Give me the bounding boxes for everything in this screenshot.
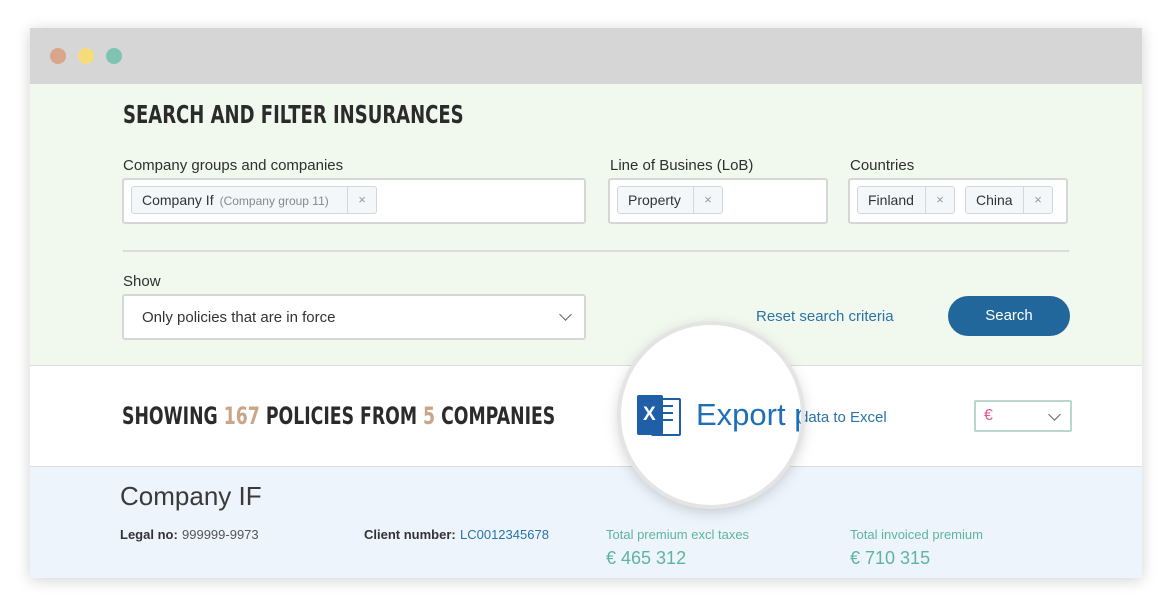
- companies-count: 5: [423, 402, 436, 430]
- search-button[interactable]: Search: [948, 296, 1070, 336]
- total-invoiced-label: Total invoiced premium: [850, 527, 983, 542]
- minimize-window-dot[interactable]: [78, 48, 94, 64]
- zoom-magnifier: X Export p: [621, 325, 801, 505]
- results-suffix: COMPANIES: [441, 402, 556, 430]
- chevron-down-icon: [1048, 408, 1061, 421]
- filter-title: SEARCH AND FILTER INSURANCES: [123, 100, 464, 129]
- search-filter-panel: SEARCH AND FILTER INSURANCES Company gro…: [30, 84, 1142, 366]
- excel-icon-letter: X: [643, 404, 656, 425]
- results-prefix: SHOWING: [122, 402, 218, 430]
- lob-field-label: Line of Busines (LoB): [610, 157, 754, 174]
- company-tag-name: Company If: [142, 192, 214, 208]
- remove-country-tag-icon[interactable]: ×: [925, 187, 954, 213]
- reset-search-link[interactable]: Reset search criteria: [756, 308, 894, 325]
- company-card: Company IF Legal no: 999999-9973 Client …: [30, 467, 1142, 578]
- lob-multiselect[interactable]: Property ×: [608, 178, 828, 224]
- company-tag-group: (Company group 11): [219, 194, 329, 208]
- lob-tag: Property ×: [617, 186, 723, 214]
- total-invoiced-value: € 710 315: [850, 548, 931, 568]
- filter-divider: [123, 250, 1069, 252]
- results-header: SHOWING 167 POLICIES FROM 5 COMPANIES da…: [30, 366, 1142, 467]
- total-premium-label: Total premium excl taxes: [606, 527, 750, 542]
- currency-value: €: [984, 407, 993, 424]
- export-zoom-text: Export p: [696, 397, 801, 432]
- countries-multiselect[interactable]: Finland × China ×: [848, 178, 1068, 224]
- currency-select[interactable]: €: [974, 400, 1072, 432]
- country-tag-label: China: [976, 192, 1013, 208]
- remove-lob-tag-icon[interactable]: ×: [693, 187, 722, 213]
- legal-no-value: 999999-9973: [182, 527, 259, 542]
- total-premium-value: € 465 312: [606, 548, 687, 568]
- company-multiselect[interactable]: Company If (Company group 11) ×: [122, 178, 586, 224]
- results-middle: POLICIES FROM: [265, 402, 418, 430]
- excel-icon: X: [637, 395, 681, 436]
- company-field-label: Company groups and companies: [123, 157, 344, 174]
- country-tag-finland: Finland ×: [857, 186, 955, 214]
- lob-tag-label: Property: [628, 192, 681, 208]
- company-tag: Company If (Company group 11) ×: [131, 186, 377, 214]
- countries-field-label: Countries: [850, 157, 915, 174]
- results-summary: SHOWING 167 POLICIES FROM 5 COMPANIES: [122, 402, 555, 430]
- company-name: Company IF: [120, 481, 262, 511]
- browser-window: SEARCH AND FILTER INSURANCES Company gro…: [30, 28, 1142, 578]
- show-select-value: Only policies that are in force: [142, 309, 336, 326]
- remove-country-tag-icon[interactable]: ×: [1023, 187, 1052, 213]
- country-tag-china: China ×: [965, 186, 1053, 214]
- policies-count: 167: [223, 402, 260, 430]
- remove-company-tag-icon[interactable]: ×: [347, 187, 376, 213]
- export-excel-link[interactable]: data to Excel: [800, 409, 887, 426]
- title-bar: [30, 28, 1142, 84]
- client-number-link[interactable]: LC0012345678: [460, 527, 549, 542]
- maximize-window-dot[interactable]: [106, 48, 122, 64]
- chevron-down-icon: [559, 308, 572, 321]
- legal-no-label: Legal no:: [120, 527, 178, 542]
- show-field-label: Show: [123, 273, 161, 290]
- client-number-label: Client number:: [364, 527, 456, 542]
- show-select[interactable]: Only policies that are in force: [122, 294, 586, 340]
- country-tag-label: Finland: [868, 192, 914, 208]
- close-window-dot[interactable]: [50, 48, 66, 64]
